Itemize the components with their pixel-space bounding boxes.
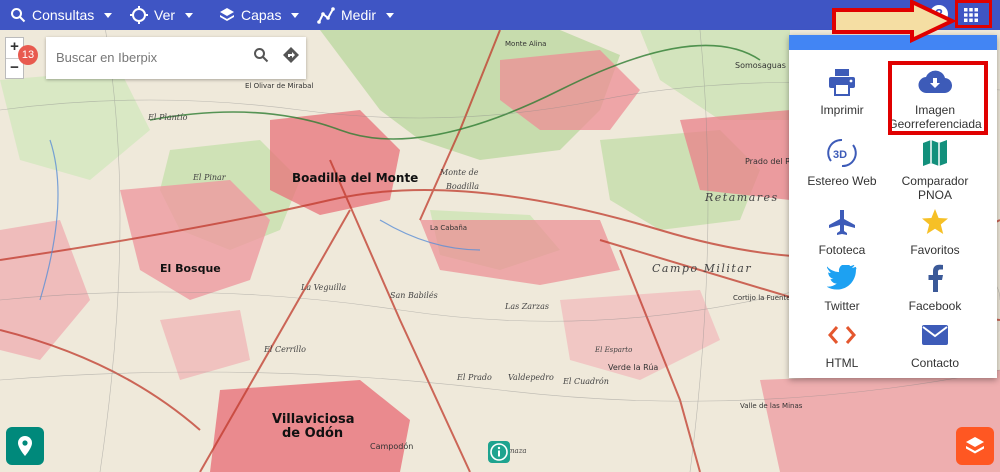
- panel-item-label: Estereo Web: [807, 174, 877, 188]
- map-label-monte-boadilla-1: Monte de: [439, 168, 479, 177]
- code-icon: [828, 326, 856, 344]
- search-icon: [11, 8, 26, 23]
- svg-text:3D: 3D: [833, 149, 847, 161]
- search-input[interactable]: [54, 49, 248, 66]
- measure-icon: [317, 7, 335, 24]
- chevron-down-icon: [185, 12, 194, 18]
- panel-item-label: Twitter: [824, 299, 860, 313]
- apps-highlight-box: [955, 0, 992, 28]
- panel-item-estereo-web[interactable]: 3D Estereo Web: [792, 138, 892, 188]
- printer-icon: [829, 69, 855, 96]
- panel-item-label: Comparador PNOA: [901, 174, 969, 202]
- 3d-icon: 3D: [827, 138, 857, 168]
- map-label-cortijo: Cortijo la Fuente: [733, 294, 791, 302]
- map-label-campodon: Campodón: [370, 441, 413, 451]
- highlight-box: [888, 61, 988, 135]
- menu-medir[interactable]: Medir: [317, 0, 395, 30]
- panel-item-facebook[interactable]: Facebook: [885, 263, 985, 313]
- map-label-la-cabana: La Cabaña: [430, 224, 467, 232]
- crosshair-icon: [130, 6, 148, 24]
- notification-badge[interactable]: 13: [18, 45, 38, 65]
- panel-item-html[interactable]: HTML: [792, 320, 892, 370]
- panel-item-label: Fototeca: [818, 243, 866, 257]
- panel-item-imprimir[interactable]: Imprimir: [792, 67, 892, 117]
- chevron-down-icon: [104, 12, 113, 18]
- airplane-icon: [829, 210, 855, 235]
- map-label-campo-militar: Campo Militar: [652, 262, 752, 275]
- panel-item-label: Contacto: [910, 356, 960, 370]
- map-label-el-pinar: El Pinar: [192, 173, 227, 182]
- location-button[interactable]: [6, 427, 44, 465]
- map-label-el-bosque: El Bosque: [160, 262, 221, 275]
- info-icon: [490, 443, 508, 461]
- chevron-down-icon: [291, 12, 300, 18]
- menu-consultas[interactable]: Consultas: [10, 0, 113, 30]
- star-icon: [922, 209, 948, 234]
- search-box: [46, 37, 306, 79]
- layers-fab-button[interactable]: [956, 427, 994, 465]
- facebook-icon: [928, 264, 943, 292]
- panel-item-comparador-pnoa[interactable]: Comparador PNOA: [885, 138, 985, 202]
- menu-ver-label: Ver: [154, 7, 176, 23]
- directions-button[interactable]: [283, 47, 299, 68]
- panel-item-label: Facebook: [908, 299, 962, 313]
- highlight-arrow: [832, 0, 956, 44]
- mail-icon: [922, 325, 948, 345]
- map-label-el-olivar: El Olivar de Mirabal: [245, 82, 313, 90]
- map-label-monte-alina: Monte Alina: [505, 40, 546, 48]
- chevron-down-icon: [386, 12, 395, 18]
- panel-item-favoritos[interactable]: Favoritos: [885, 207, 985, 257]
- panel-item-label: Favoritos: [910, 243, 960, 257]
- menu-consultas-label: Consultas: [32, 7, 95, 23]
- map-label-el-cerrillo: El Cerrillo: [263, 345, 306, 354]
- map-label-valdepedro: Valdepedro: [508, 373, 554, 382]
- menu-medir-label: Medir: [341, 7, 377, 23]
- menu-ver[interactable]: Ver: [130, 0, 194, 30]
- map-label-el-plantio: El Plantío: [147, 113, 188, 122]
- search-button[interactable]: [253, 47, 269, 68]
- location-pin-icon: [18, 436, 32, 456]
- map-label-san-babiles: San Babilés: [390, 291, 438, 300]
- map-label-el-cuadron: El Cuadrón: [562, 377, 609, 386]
- map-label-monte-boadilla-2: Boadilla: [445, 182, 479, 191]
- panel-item-fototeca[interactable]: Fototeca: [792, 207, 892, 257]
- map-label-las-zarzas: Las Zarzas: [504, 302, 549, 311]
- directions-icon: [283, 47, 299, 63]
- panel-item-contacto[interactable]: Contacto: [885, 320, 985, 370]
- map-icon: [923, 140, 947, 166]
- panel-item-label: HTML: [825, 356, 859, 370]
- twitter-icon: [827, 265, 857, 290]
- map-label-el-esparto: El Esparto: [594, 346, 632, 354]
- map-label-valle-minas: Valle de las Minas: [740, 402, 803, 410]
- panel-item-label: Imprimir: [820, 103, 864, 117]
- map-label-la-veguilla: La Veguilla: [300, 283, 346, 292]
- menu-capas[interactable]: Capas: [219, 0, 300, 30]
- map-label-el-prado: El Prado: [456, 373, 492, 382]
- info-button[interactable]: [488, 441, 510, 463]
- panel-item-twitter[interactable]: Twitter: [792, 263, 892, 313]
- map-label-villaviciosa-1: Villaviciosa: [272, 412, 355, 427]
- layers-icon: [220, 8, 234, 21]
- map-label-somosaguas: Somosaguas: [735, 61, 786, 70]
- search-icon: [254, 48, 269, 63]
- layers-icon: [966, 437, 984, 454]
- map-label-villaviciosa-2: de Odón: [282, 426, 343, 441]
- map-label-retamares: Retamares: [704, 191, 779, 204]
- map-label-boadilla: Boadilla del Monte: [292, 171, 418, 185]
- menu-capas-label: Capas: [241, 7, 282, 23]
- map-label-verde-la-rua: Verde la Rúa: [608, 363, 658, 372]
